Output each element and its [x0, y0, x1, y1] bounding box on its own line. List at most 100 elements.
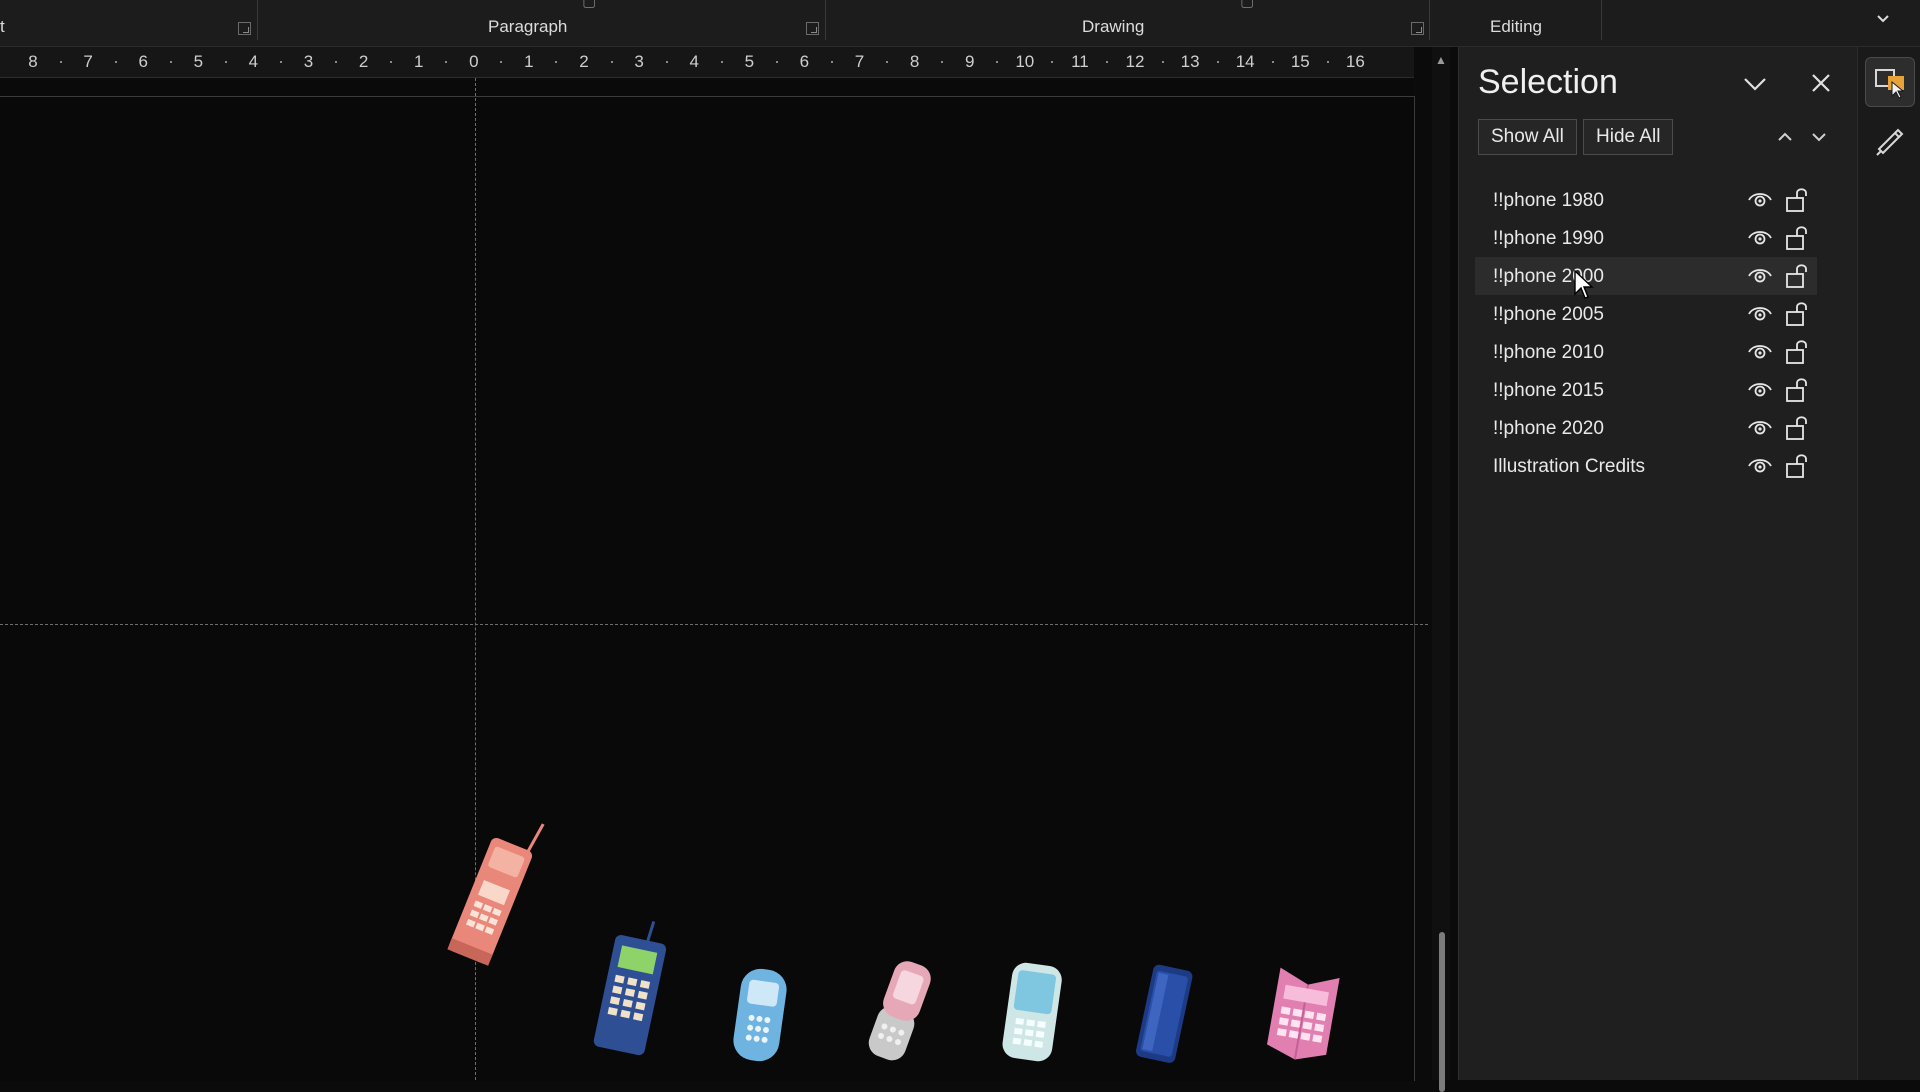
ruler-tick-label: 10: [1015, 52, 1035, 71]
layer-row[interactable]: !!phone 1990: [1475, 219, 1817, 257]
ruler-tick-mark: [59, 61, 62, 63]
layer-name[interactable]: Illustration Credits: [1493, 456, 1645, 478]
slide[interactable]: [0, 96, 1415, 1081]
vertical-scrollbar[interactable]: ▲: [1432, 47, 1450, 1092]
ruler-tick-label: 15: [1290, 52, 1310, 71]
ruler-tick-mark: [335, 61, 338, 63]
chevron-up-icon: [1778, 132, 1792, 141]
ruler-tick-label: 0: [469, 52, 479, 71]
scroll-up-arrow-icon[interactable]: ▲: [1435, 53, 1447, 67]
ruler-tick-label: 14: [1235, 52, 1255, 71]
unlock-icon[interactable]: [1785, 453, 1809, 479]
unlock-icon[interactable]: [1785, 263, 1809, 289]
candybar-phone-icon[interactable]: [725, 963, 795, 1068]
eye-icon[interactable]: [1747, 188, 1773, 210]
slider-phone-icon[interactable]: [860, 953, 940, 1073]
designer-button[interactable]: [1865, 115, 1913, 163]
layer-row[interactable]: !!phone 1980: [1475, 181, 1817, 219]
ruler-tick-mark: [1161, 61, 1164, 63]
unlock-icon[interactable]: [1785, 377, 1809, 403]
eye-icon[interactable]: [1747, 454, 1773, 476]
ribbon-group-label-font: t: [0, 17, 5, 36]
ruler-tick-mark: [1326, 61, 1329, 63]
ruler-tick-mark: [555, 61, 558, 63]
horizontal-ruler[interactable]: 8 7 6 5 4 3 2 1 0 1 2 3 4 5 6 7 8 9 10 11 12 13 14 15 16: [0, 47, 1414, 78]
layer-row[interactable]: !!phone 2020: [1475, 409, 1817, 447]
layer-row[interactable]: !!phone 2015: [1475, 371, 1817, 409]
show-all-button[interactable]: Show All: [1478, 119, 1577, 155]
ribbon-collapse-button[interactable]: [1870, 10, 1896, 36]
unlock-icon[interactable]: [1785, 301, 1809, 327]
smartphone-icon[interactable]: [995, 958, 1070, 1068]
ruler-tick-label: 5: [193, 52, 204, 71]
ruler-tick-label: 4: [689, 52, 699, 71]
ribbon-group-label-paragraph: Paragraph: [488, 17, 568, 36]
brick-phone-icon[interactable]: [438, 823, 548, 983]
layer-name[interactable]: !!phone 2020: [1493, 418, 1604, 440]
ruler-tick-label: 13: [1180, 52, 1200, 71]
unlock-icon[interactable]: [1785, 225, 1809, 251]
chevron-down-icon: [1744, 78, 1766, 91]
ruler-tick-mark: [1106, 61, 1109, 63]
layer-row[interactable]: !!phone 2000: [1475, 257, 1817, 295]
unlock-icon[interactable]: [1785, 415, 1809, 441]
selection-pane-toggle-button[interactable]: [1865, 57, 1915, 107]
ribbon-divider: [825, 0, 826, 40]
ribbon-cutoff-control[interactable]: ▢: [1240, 0, 1254, 10]
layer-name[interactable]: !!phone 2015: [1493, 380, 1604, 402]
layer-name[interactable]: !!phone 1990: [1493, 228, 1604, 250]
layer-row[interactable]: !!phone 2010: [1475, 333, 1817, 371]
send-backward-button[interactable]: [1809, 127, 1829, 147]
ribbon-divider: [1601, 0, 1602, 40]
eye-icon[interactable]: [1747, 340, 1773, 362]
paragraph-dialog-launcher[interactable]: [806, 22, 819, 35]
ruler-tick-label: 2: [579, 52, 589, 71]
ruler-tick-mark: [1271, 61, 1274, 63]
ruler-tick-label: 3: [303, 52, 314, 71]
ribbon-divider: [257, 0, 258, 40]
ruler-tick-mark: [720, 61, 723, 63]
layer-name[interactable]: !!phone 1980: [1493, 190, 1604, 212]
ruler-tick-label: 7: [854, 52, 865, 71]
eye-icon[interactable]: [1747, 378, 1773, 400]
layer-name[interactable]: !!phone 2010: [1493, 342, 1604, 364]
ruler-tick-mark: [775, 61, 778, 63]
slide-canvas-area[interactable]: [0, 78, 1428, 1081]
ribbon-divider: [1429, 0, 1430, 40]
pane-options-button[interactable]: [1737, 65, 1773, 101]
drawing-dialog-launcher[interactable]: [1411, 22, 1424, 35]
foldable-phone-icon[interactable]: [1255, 958, 1350, 1068]
eye-icon[interactable]: [1747, 416, 1773, 438]
slim-phone-icon[interactable]: [1130, 963, 1200, 1068]
font-dialog-launcher[interactable]: [238, 22, 251, 35]
ruler-tick-mark: [445, 61, 448, 63]
ribbon-group-label-drawing: Drawing: [1082, 17, 1145, 36]
ruler-tick-label: 9: [964, 52, 975, 71]
hide-all-button[interactable]: Hide All: [1583, 119, 1674, 155]
ruler-tick-label: 1: [413, 52, 424, 71]
ribbon-cutoff-control[interactable]: ▢: [582, 0, 596, 10]
bar-phone-icon[interactable]: [585, 918, 675, 1063]
layer-row[interactable]: Illustration Credits: [1475, 447, 1817, 485]
mouse-cursor-icon: [1574, 270, 1594, 299]
eye-icon[interactable]: [1747, 226, 1773, 248]
ruler-tick-label: 2: [358, 52, 369, 71]
horizontal-guide[interactable]: [0, 624, 1428, 625]
ruler-tick-label: 6: [138, 52, 148, 71]
ruler-tick-mark: [830, 61, 833, 63]
ruler-tick-label: 11: [1071, 52, 1089, 71]
eye-icon[interactable]: [1747, 302, 1773, 324]
ruler-tick-label: 3: [634, 52, 644, 71]
scrollbar-thumb[interactable]: [1439, 932, 1445, 1092]
ruler-tick-mark: [886, 61, 889, 63]
unlock-icon[interactable]: [1785, 339, 1809, 365]
ruler-tick-mark: [224, 61, 227, 63]
bring-forward-button[interactable]: [1775, 127, 1795, 147]
selection-pane: Selection Show All Hide All !!phone 1980…: [1458, 47, 1857, 1080]
unlock-icon[interactable]: [1785, 187, 1809, 213]
eye-icon[interactable]: [1747, 264, 1773, 286]
layer-row[interactable]: !!phone 2005: [1475, 295, 1817, 333]
pane-close-button[interactable]: [1803, 65, 1839, 101]
layer-name[interactable]: !!phone 2005: [1493, 304, 1604, 326]
ruler-tick-label: 5: [744, 52, 755, 71]
